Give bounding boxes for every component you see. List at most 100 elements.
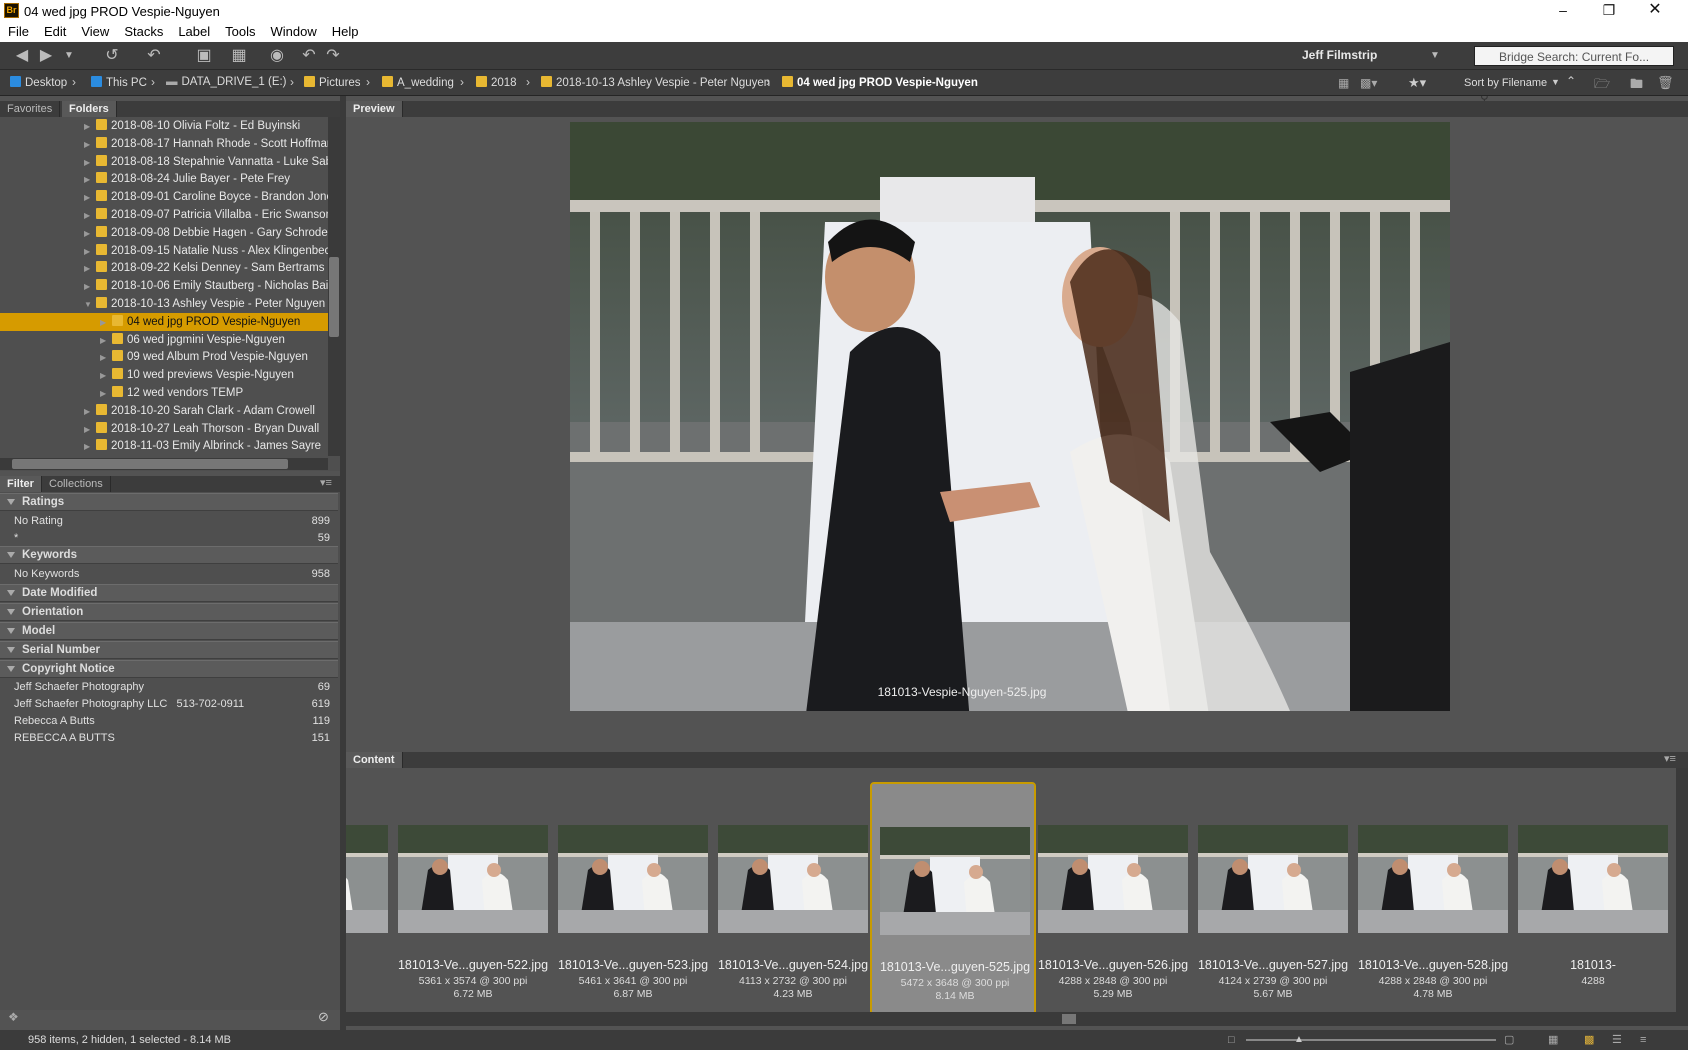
menu-window[interactable]: Window xyxy=(263,22,324,39)
back-arrow-icon[interactable]: ◀ xyxy=(12,46,32,66)
sort-ascending-icon[interactable]: ⌃ xyxy=(1566,74,1576,88)
expand-right-icon[interactable]: ▶ xyxy=(84,225,96,242)
recent-dropdown-icon[interactable]: ▼ xyxy=(62,46,76,66)
filter-no-rating[interactable]: No Rating 899 xyxy=(0,513,338,530)
filter-keywords-header[interactable]: Keywords xyxy=(0,546,338,564)
expand-right-icon[interactable]: ▶ xyxy=(84,118,96,135)
minimize-icon[interactable]: – xyxy=(1540,0,1586,22)
folder-tree-item[interactable]: ▶ 2018-09-22 Kelsi Denney - Sam Bertrams xyxy=(0,259,328,277)
slider-handle-icon[interactable]: ▲ xyxy=(1294,1030,1304,1050)
thumbnail-view-icon[interactable]: ▩ xyxy=(1584,1030,1594,1050)
folder-tree-item[interactable]: ▶ 2018-10-27 Leah Thorson - Bryan Duvall xyxy=(0,420,328,438)
menu-help[interactable]: Help xyxy=(324,22,366,39)
open-recent-icon[interactable]: 🗁 xyxy=(1594,75,1610,97)
menu-edit[interactable]: Edit xyxy=(36,22,73,39)
filter-one-star[interactable]: * 59 xyxy=(0,530,338,547)
filter-ratings-header[interactable]: Ratings xyxy=(0,493,338,511)
folder-tree-item[interactable]: ▼ 2018-10-13 Ashley Vespie - Peter Nguyen xyxy=(0,295,328,313)
folder-tree-item[interactable]: ▶ 2018-09-01 Caroline Boyce - Brandon Jon… xyxy=(0,188,328,206)
folder-tree-item[interactable]: ▶ 2018-08-17 Hannah Rhode - Scott Hoffmar xyxy=(0,135,328,153)
sort-menu[interactable]: Sort by Filename xyxy=(1464,77,1547,89)
tab-preview[interactable]: Preview xyxy=(346,101,403,117)
grid-view-icon[interactable]: ▦ xyxy=(1548,1030,1558,1050)
new-folder-icon[interactable]: 🖿 xyxy=(1630,75,1643,97)
folder-tree-item[interactable]: ▶ 2018-10-06 Emily Stautberg - Nicholas B… xyxy=(0,277,328,295)
thumb-large-icon[interactable]: ▢ xyxy=(1504,1030,1514,1050)
search-input[interactable]: Bridge Search: Current Fo... xyxy=(1474,46,1674,66)
expand-right-icon[interactable]: ▶ xyxy=(84,189,96,206)
expand-right-icon[interactable]: ▶ xyxy=(84,171,96,188)
trash-icon[interactable]: 🗑 xyxy=(1657,75,1674,91)
menu-file[interactable]: File xyxy=(0,22,36,39)
thumbnail[interactable]: 181013-Ve...guyen-528.jpg 4288 x 2848 @ 3… xyxy=(1350,782,1516,1012)
breadcrumb-event[interactable]: 2018-10-13 Ashley Vespie - Peter Nguyen xyxy=(541,76,770,89)
menu-label[interactable]: Label xyxy=(170,22,217,39)
pin-icon[interactable]: ❖ xyxy=(8,1010,19,1024)
expand-right-icon[interactable]: ▶ xyxy=(84,243,96,260)
expand-right-icon[interactable]: ▶ xyxy=(100,314,112,331)
breadcrumb-drive[interactable]: ▬ DATA_DRIVE_1 (E:) xyxy=(166,76,287,88)
forward-arrow-icon[interactable]: ▶ xyxy=(36,46,56,66)
chevron-right-icon[interactable]: › xyxy=(366,75,370,89)
filter-copyright-item[interactable]: Rebecca A Butts 119 xyxy=(0,713,338,730)
list-view-icon[interactable]: ≡ xyxy=(1640,1030,1646,1050)
menu-view[interactable]: View xyxy=(73,22,116,39)
expand-right-icon[interactable]: ▶ xyxy=(100,385,112,402)
filter-copyright-item[interactable]: Jeff Schaefer Photography 69 xyxy=(0,679,338,696)
thumbnail-size-slider[interactable] xyxy=(1246,1039,1496,1041)
content-vscroll[interactable] xyxy=(1676,768,1688,1026)
tab-filter[interactable]: Filter xyxy=(0,476,42,492)
thumb-small-icon[interactable]: □ xyxy=(1228,1030,1235,1050)
quality-icon[interactable]: ▦ xyxy=(1338,76,1349,90)
review-mode-icon[interactable]: ▩▾ xyxy=(1360,76,1377,90)
folder-tree-item[interactable]: ▶ 2018-09-07 Patricia Villalba - Eric Swa… xyxy=(0,206,328,224)
menu-stacks[interactable]: Stacks xyxy=(116,22,170,39)
expand-right-icon[interactable]: ▶ xyxy=(84,403,96,420)
tab-collections[interactable]: Collections xyxy=(42,476,111,492)
breadcrumb-desktop[interactable]: Desktop xyxy=(10,76,67,89)
preview-image[interactable] xyxy=(570,122,1450,711)
filter-no-keywords[interactable]: No Keywords 958 xyxy=(0,566,338,583)
breadcrumb-a-wedding[interactable]: A_wedding xyxy=(382,76,454,89)
expand-right-icon[interactable]: ▶ xyxy=(84,207,96,224)
expand-right-icon[interactable]: ▶ xyxy=(100,349,112,366)
tab-favorites[interactable]: Favorites xyxy=(0,101,61,117)
expand-right-icon[interactable]: ▶ xyxy=(84,154,96,171)
open-in-camera-raw-icon[interactable]: ◉ xyxy=(266,46,288,66)
expand-right-icon[interactable]: ▶ xyxy=(100,367,112,384)
camera-download-icon[interactable]: ▣ xyxy=(192,46,216,66)
tab-folders[interactable]: Folders xyxy=(62,101,117,117)
breadcrumb-current[interactable]: 04 wed jpg PROD Vespie-Nguyen xyxy=(782,76,978,89)
folders-vscroll-thumb[interactable] xyxy=(329,257,339,337)
folder-tree-item[interactable]: ▶ 2018-10-20 Sarah Clark - Adam Crowell xyxy=(0,402,328,420)
workspace-name[interactable]: Jeff Filmstrip xyxy=(1302,48,1377,62)
breadcrumb-2018[interactable]: 2018 xyxy=(476,76,517,89)
thumbnail[interactable]: 181013-Ve...guyen-524.jpg 4113 x 2732 @ 3… xyxy=(710,782,876,1012)
breadcrumb-this-pc[interactable]: This PC xyxy=(91,76,147,89)
restore-icon[interactable]: ❐ xyxy=(1586,0,1632,22)
folder-tree-item[interactable]: ▶ 10 wed previews Vespie-Nguyen xyxy=(0,366,328,384)
expand-right-icon[interactable]: ▶ xyxy=(84,136,96,153)
thumbnail[interactable]: 181013- 4288 xyxy=(1510,782,1676,1012)
filter-model-header[interactable]: Model xyxy=(0,622,338,640)
filter-copyright-header[interactable]: Copyright Notice xyxy=(0,660,338,678)
folder-tree-item[interactable]: ▶ 04 wed jpg PROD Vespie-Nguyen xyxy=(0,312,328,331)
folder-tree-item[interactable]: ▶ 2018-08-24 Julie Bayer - Pete Frey xyxy=(0,170,328,188)
expand-right-icon[interactable]: ▶ xyxy=(84,421,96,438)
clear-filter-icon[interactable]: ⊘ xyxy=(318,1009,329,1025)
rotate-right-icon[interactable]: ↷ xyxy=(324,46,342,66)
thumbnail[interactable]: 181013-Ve...guyen-527.jpg 4124 x 2739 @ 3… xyxy=(1190,782,1356,1012)
filter-orientation-header[interactable]: Orientation xyxy=(0,603,338,621)
filter-copyright-item[interactable]: REBECCA A BUTTS 151 xyxy=(0,730,338,747)
folder-tree-item[interactable]: ▶ 2018-08-10 Olivia Foltz - Ed Buyinski xyxy=(0,117,328,135)
expand-right-icon[interactable]: ▶ xyxy=(84,260,96,277)
expand-down-icon[interactable]: ▼ xyxy=(84,296,96,313)
chevron-right-icon[interactable]: › xyxy=(766,75,770,89)
chevron-right-icon[interactable]: › xyxy=(460,75,464,89)
panel-menu-icon[interactable]: ▾≡ xyxy=(320,476,332,489)
refine-icon[interactable]: ▦ xyxy=(224,46,254,66)
folder-tree-item[interactable]: ▶ 2018-11-03 Emily Albrinck - James Sayre xyxy=(0,437,328,455)
return-icon[interactable]: ↶ xyxy=(144,46,164,66)
folders-hscroll-thumb[interactable] xyxy=(12,459,288,469)
expand-right-icon[interactable]: ▶ xyxy=(84,278,96,295)
